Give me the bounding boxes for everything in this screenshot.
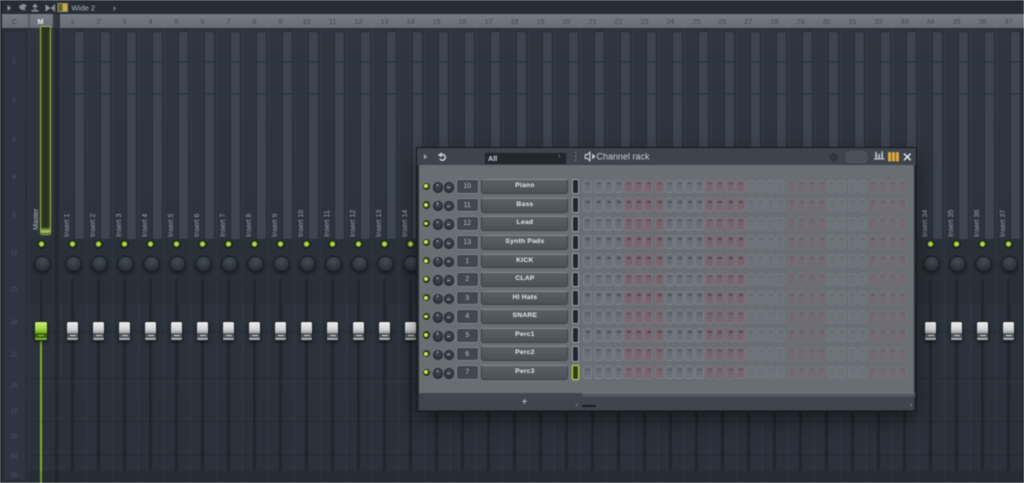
svg-text:Wide 2: Wide 2 — [72, 4, 96, 13]
svg-text:Channel rack: Channel rack — [597, 152, 651, 162]
